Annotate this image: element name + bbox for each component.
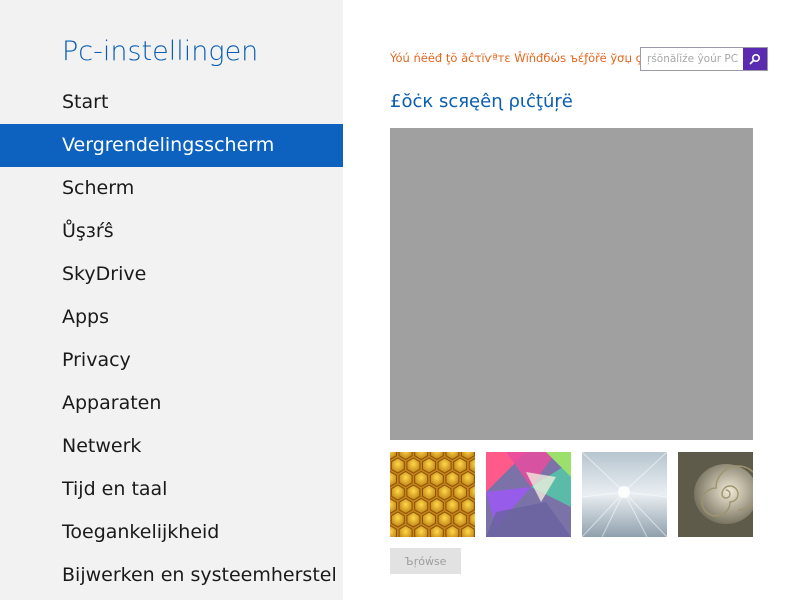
nav-item-lock-screen[interactable]: Vergrendelingsscherm bbox=[0, 124, 343, 167]
nav-item-skydrive[interactable]: SkyDrive bbox=[0, 253, 343, 296]
section-title: £ŏċк scяęêɳ ρɩĉţúŗë bbox=[390, 91, 573, 112]
nav-list: Start Vergrendelingsscherm Scherm Ůşзŕŝ … bbox=[0, 81, 343, 597]
nav-item-start[interactable]: Start bbox=[0, 81, 343, 124]
nav-item-users[interactable]: Ůşзŕŝ bbox=[0, 210, 343, 253]
page-title: Pc-instellingen bbox=[62, 36, 259, 67]
nav-item-apps[interactable]: Apps bbox=[0, 296, 343, 339]
thumbnail-honeycomb[interactable] bbox=[390, 452, 475, 537]
nav-item-devices[interactable]: Apparaten bbox=[0, 382, 343, 425]
search-button[interactable] bbox=[743, 48, 767, 70]
thumbnail-tunnel[interactable] bbox=[582, 452, 667, 537]
nav-item-accessibility[interactable]: Toegankelijkheid bbox=[0, 511, 343, 554]
lock-screen-preview bbox=[390, 128, 753, 440]
nav-item-display[interactable]: Scherm bbox=[0, 167, 343, 210]
thumbnail-strip bbox=[390, 452, 753, 537]
activation-message: Ýóú ńëëđ ţŏ ăĉτїѵªтε Ŵїňđбώѕ ъέƒŏřë ўσџ … bbox=[390, 51, 640, 65]
sidebar: Pc-instellingen Start Vergrendelingssche… bbox=[0, 0, 343, 600]
nav-item-update-recovery[interactable]: Bijwerken en systeemherstel bbox=[0, 554, 343, 597]
nav-item-time-language[interactable]: Tijd en taal bbox=[0, 468, 343, 511]
search-icon bbox=[749, 53, 761, 65]
nav-item-privacy[interactable]: Privacy bbox=[0, 339, 343, 382]
search-input[interactable] bbox=[641, 48, 745, 70]
browse-button[interactable]: Ъŗόẃѕe bbox=[390, 548, 461, 574]
thumbnail-geometric[interactable] bbox=[486, 452, 571, 537]
thumbnail-nautilus-shell[interactable] bbox=[678, 452, 753, 537]
nav-item-network[interactable]: Netwerk bbox=[0, 425, 343, 468]
search-box bbox=[640, 47, 768, 71]
